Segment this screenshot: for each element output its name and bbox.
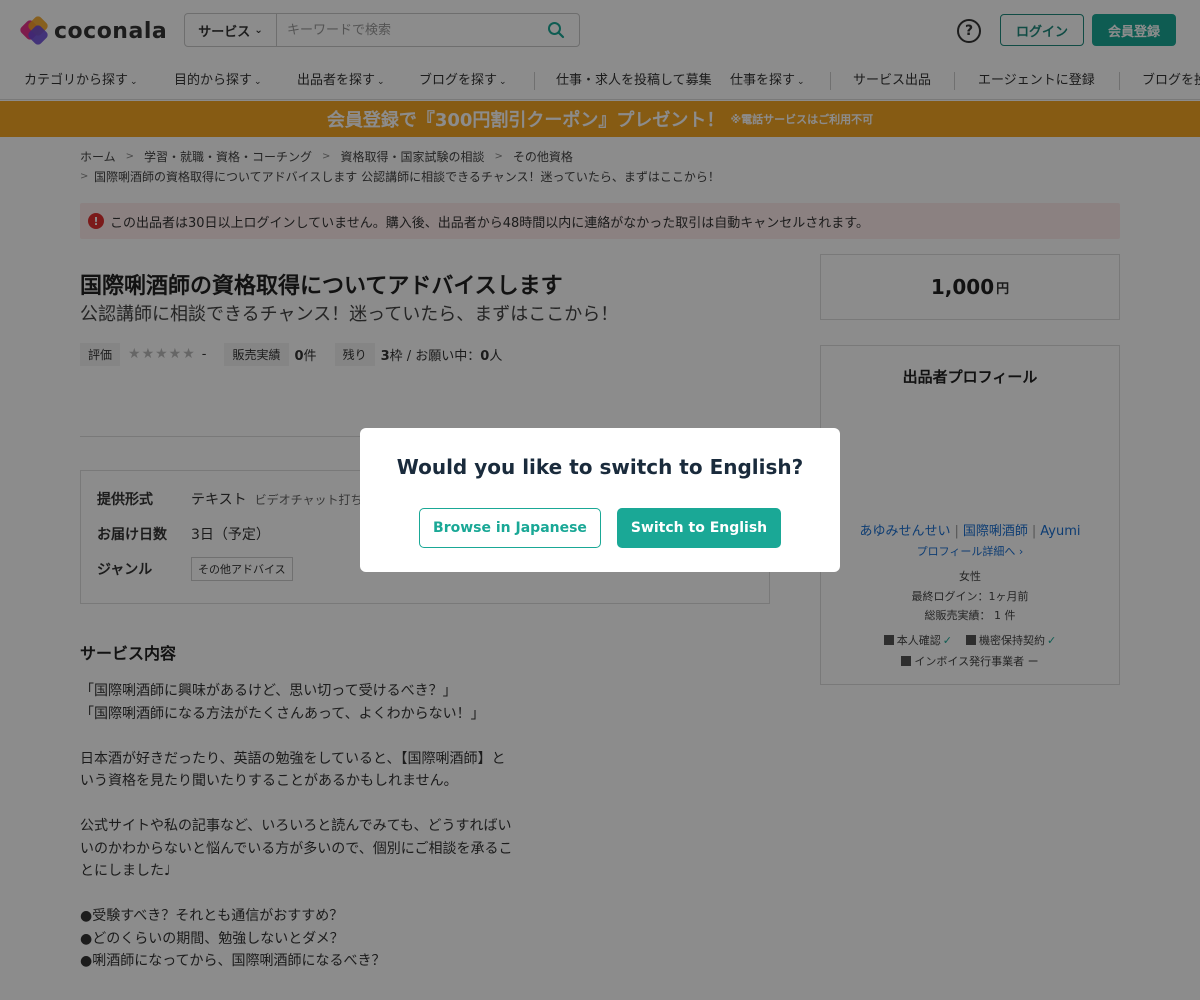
browse-in-japanese-button[interactable]: Browse in Japanese — [419, 508, 601, 548]
modal-title: Would you like to switch to English? — [396, 455, 804, 479]
language-switch-modal: Would you like to switch to English? Bro… — [360, 428, 840, 572]
switch-to-english-button[interactable]: Switch to English — [617, 508, 781, 548]
